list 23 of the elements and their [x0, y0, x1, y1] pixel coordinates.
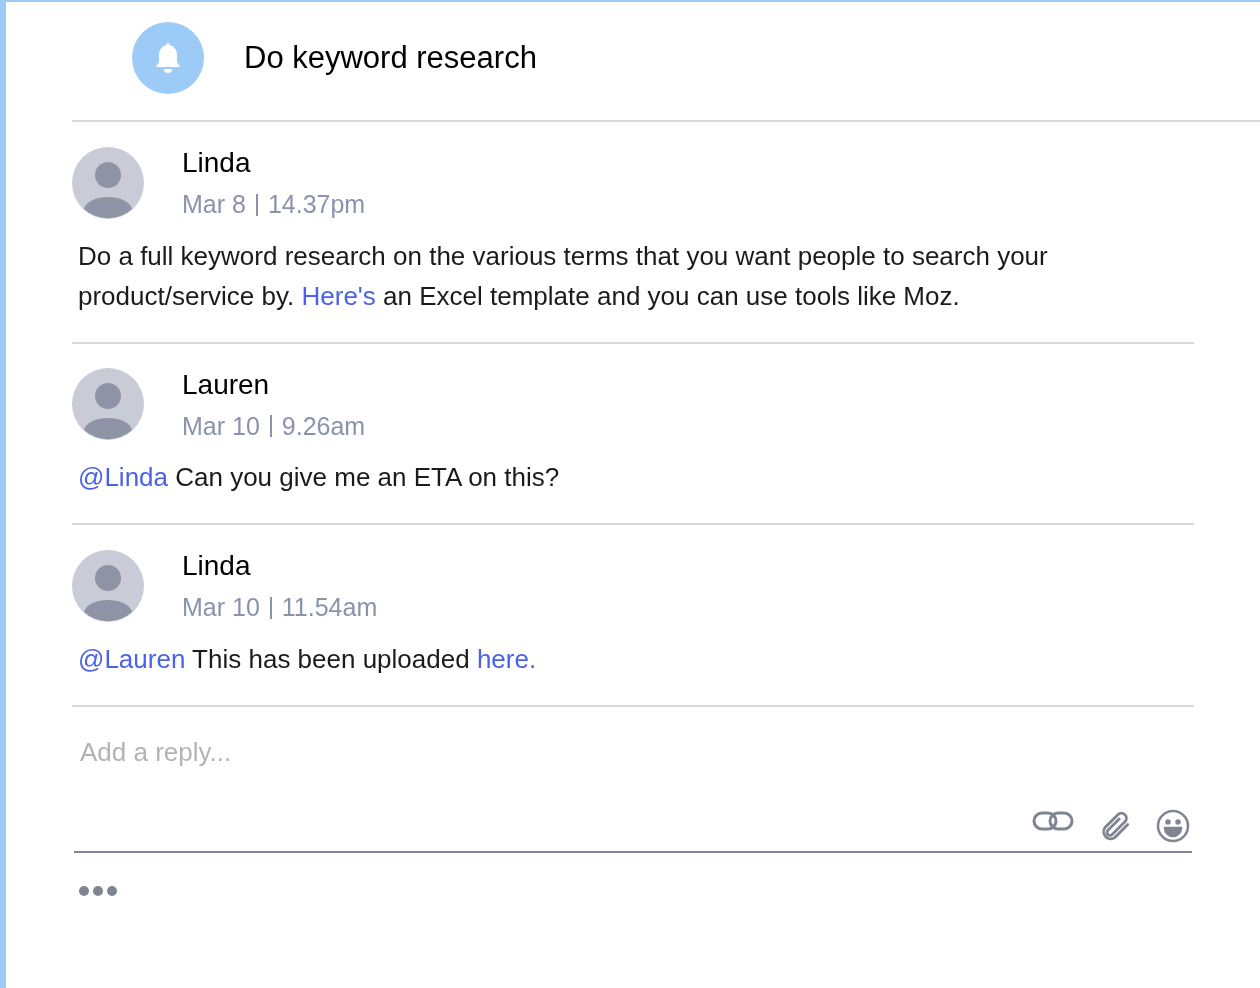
task-title: Do keyword research [244, 38, 537, 77]
comment-date: Mar 10 [182, 410, 260, 442]
link[interactable]: here. [476, 643, 537, 674]
avatar-icon [72, 146, 144, 219]
reply-field[interactable]: Add a reply... [74, 726, 1192, 778]
avatar-icon [72, 549, 144, 622]
comment-text: @Lauren This has been uploaded here. [77, 642, 538, 676]
comment-text: @Linda Can you give me an ETA on this? [77, 461, 561, 494]
comment-text: Do a full keyword research on the various terms that you want people to search your product/service by. Here's an Excel template and you can use tools like Moz. [77, 239, 1049, 313]
comment-time: 9.26am [281, 410, 366, 442]
mention-link[interactable]: @Lauren [78, 643, 186, 674]
comment-date: Mar 8 [182, 189, 246, 220]
comment-time: 14.37pm [267, 189, 366, 220]
comment-time: 11.54am [281, 592, 378, 623]
avatar-icon [72, 368, 144, 441]
author-name: Linda [182, 549, 252, 583]
link[interactable]: Here's [301, 280, 376, 311]
comment-date: Mar 10 [182, 592, 260, 623]
more-options-icon[interactable] [78, 884, 118, 897]
author-name: Lauren [182, 367, 271, 402]
author-name: Linda [182, 146, 252, 180]
mention-link[interactable]: @Linda [78, 462, 168, 492]
smiley-icon[interactable] [1156, 808, 1190, 843]
